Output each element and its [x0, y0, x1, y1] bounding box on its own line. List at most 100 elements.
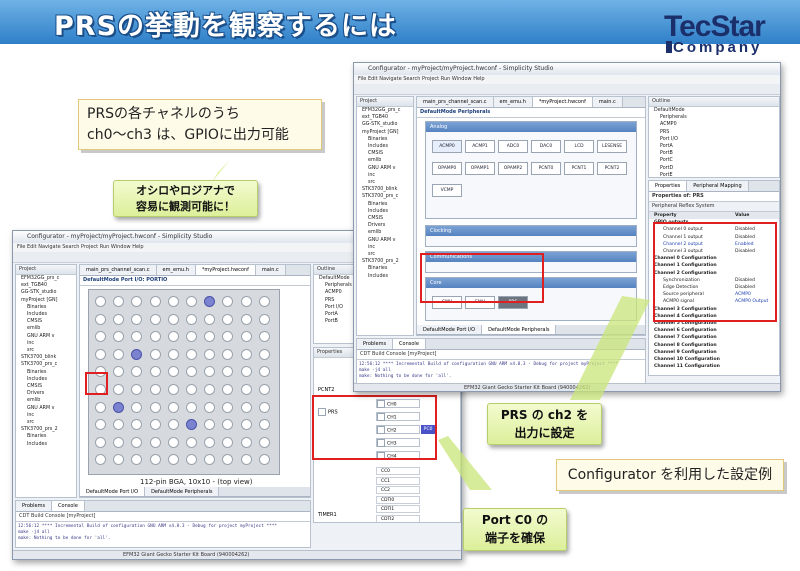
bga-pin[interactable] [258, 401, 270, 413]
bga-pin[interactable] [258, 454, 270, 466]
bga-pin[interactable] [240, 296, 252, 307]
tree-item[interactable]: Peripherals [649, 114, 779, 121]
tree-item[interactable]: Includes [16, 441, 76, 448]
tab[interactable]: Properties [649, 181, 688, 191]
tree-item[interactable]: STK3700_prs_2 [357, 258, 413, 265]
bga-pin[interactable] [240, 384, 252, 395]
bga-pin[interactable] [131, 366, 143, 378]
bga-pin[interactable] [204, 454, 216, 466]
bga-pin-used[interactable] [113, 401, 125, 413]
tab[interactable]: DefaultMode Port I/O [417, 325, 483, 334]
bga-pin[interactable] [113, 296, 125, 307]
bga-pin[interactable] [222, 419, 234, 431]
bga-pin[interactable] [186, 436, 197, 448]
property-row[interactable]: Channel 10 Configuration [649, 356, 779, 363]
bga-pin[interactable] [149, 331, 161, 343]
bga-pin[interactable] [131, 419, 143, 431]
tab[interactable]: Peripheral Mapping [687, 181, 749, 191]
bga-pin[interactable] [113, 366, 125, 378]
bga-pin[interactable] [222, 454, 234, 466]
bga-pin[interactable] [131, 384, 143, 395]
bga-pin[interactable] [167, 331, 179, 343]
bga-pin[interactable] [131, 436, 143, 448]
bga-pin[interactable] [95, 296, 106, 307]
lower-pin-row[interactable]: CC2 [376, 486, 420, 494]
tab[interactable]: Console [52, 501, 85, 511]
tree-item[interactable]: GNU ARM v [357, 165, 413, 172]
tab[interactable]: *myProject.hwconf [532, 97, 593, 107]
tree-item[interactable]: src [357, 179, 413, 186]
lower-pin-row[interactable]: CDTI0 [376, 495, 420, 504]
tree-item[interactable]: STK3700_blink [357, 186, 413, 193]
peripheral-chip[interactable]: LCD [564, 140, 594, 153]
bga-pin[interactable] [222, 366, 234, 378]
tab[interactable]: em_emu.h [493, 97, 533, 107]
peripheral-chip[interactable]: PCNT1 [564, 162, 594, 175]
tree-item[interactable]: GNU ARM v [357, 237, 413, 244]
bga-pin[interactable] [222, 436, 234, 448]
bga-pin[interactable] [204, 436, 216, 448]
bga-pin[interactable] [95, 436, 106, 448]
bga-pin[interactable] [222, 313, 234, 325]
tree-item[interactable]: STK3700_prs_c [16, 361, 76, 368]
bga-pin[interactable] [186, 348, 197, 360]
tree-item[interactable]: src [16, 419, 76, 426]
bga-pin[interactable] [258, 419, 270, 431]
tree-item[interactable]: Binaries [16, 304, 76, 311]
bga-pin-used[interactable] [186, 419, 197, 431]
peripheral-chip[interactable]: OPAMP2 [498, 162, 528, 175]
bga-pin[interactable] [95, 419, 106, 431]
peripheral-chip[interactable]: ACMP1 [465, 140, 495, 153]
tab[interactable]: DefaultMode Port I/O [80, 487, 146, 496]
bga-pin[interactable] [95, 454, 106, 466]
bga-pin-used[interactable] [204, 296, 216, 307]
tab[interactable]: main_prs_channel_scan.c [80, 265, 157, 275]
group-header[interactable]: Analog [426, 122, 636, 132]
tree-item[interactable]: inc [357, 172, 413, 179]
tree-item[interactable]: Drivers [16, 390, 76, 397]
bga-pin[interactable] [167, 384, 179, 395]
bga-pin[interactable] [204, 366, 216, 378]
bga-pin[interactable] [113, 331, 125, 343]
peripheral-chip[interactable]: OPAMP0 [432, 162, 462, 175]
bga-pin[interactable] [204, 348, 216, 360]
tab[interactable]: Problems [16, 501, 53, 511]
right-properties-subtab[interactable]: Peripheral Reflex System [649, 202, 779, 212]
bga-pin[interactable] [222, 384, 234, 395]
bga-pin[interactable] [113, 436, 125, 448]
bga-pin[interactable] [240, 313, 252, 325]
tree-item[interactable]: Binaries [357, 201, 413, 208]
property-row[interactable]: Channel 8 Configuration [649, 342, 779, 349]
bga-pin[interactable] [258, 384, 270, 395]
tab[interactable]: main.c [255, 265, 286, 275]
tab[interactable]: main_prs_channel_scan.c [417, 97, 494, 107]
tree-item[interactable]: emlib [16, 397, 76, 404]
bga-pin[interactable] [149, 436, 161, 448]
bga-pin[interactable] [131, 401, 143, 413]
bga-pin[interactable] [240, 419, 252, 431]
bga-pin[interactable] [258, 366, 270, 378]
bga-pin[interactable] [131, 331, 143, 343]
peripheral-chip[interactable]: DAC0 [531, 140, 561, 153]
tree-item[interactable]: Drivers [357, 222, 413, 229]
tree-item[interactable]: STK3700_prs_c [357, 193, 413, 200]
bga-pin[interactable] [258, 348, 270, 360]
bga-pin[interactable] [113, 313, 125, 325]
bga-pin[interactable] [113, 419, 125, 431]
peripheral-chip[interactable]: PCNT0 [531, 162, 561, 175]
lower-pin-row[interactable]: CC0 [376, 467, 420, 475]
bga-pin[interactable] [240, 454, 252, 466]
tree-item[interactable]: STK3700_blink [16, 354, 76, 361]
bga-pin[interactable] [222, 401, 234, 413]
tab[interactable]: DefaultMode Peripherals [482, 325, 557, 334]
lower-pin-row[interactable]: CDTI1 [376, 505, 420, 513]
bga-pin[interactable] [167, 296, 179, 307]
bga-pin[interactable] [149, 296, 161, 307]
bga-pin[interactable] [258, 313, 270, 325]
bga-pin[interactable] [186, 366, 197, 378]
peripheral-chip[interactable]: ADC0 [498, 140, 528, 153]
bga-pin[interactable] [204, 401, 216, 413]
bga-pin[interactable] [186, 296, 197, 307]
bga-pin[interactable] [167, 401, 179, 413]
tree-item[interactable]: GG-STK_studio [357, 121, 413, 128]
